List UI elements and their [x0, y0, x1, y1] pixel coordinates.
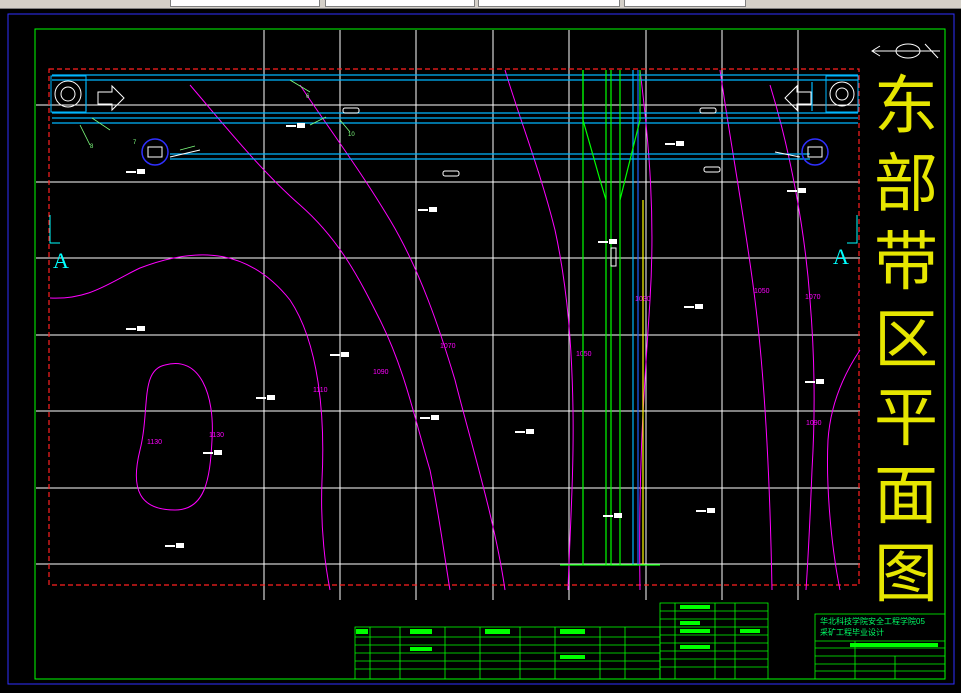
- drawing-title-char-6: 面: [874, 461, 938, 532]
- toolbar-layer-dropdown[interactable]: [170, 0, 320, 7]
- air-shaft-right-icon[interactable]: [801, 138, 829, 166]
- legend-table: [354, 602, 769, 680]
- contour-label-1070b: 1070: [805, 294, 821, 301]
- svg-text:7: 7: [133, 140, 137, 146]
- drawing-canvas[interactable]: A A 1130 1130 1110 1090 1070 1050 1030 1…: [0, 8, 961, 693]
- north-arrow-icon: [871, 43, 940, 59]
- drawing-title-char-7: 图: [874, 539, 938, 610]
- shaft-right-icon[interactable]: [825, 75, 859, 113]
- toolbar-color-dropdown[interactable]: [325, 0, 475, 7]
- title-block-subtitle: 采矿工程毕业设计: [820, 628, 884, 637]
- contour-lines: [49, 69, 861, 591]
- contour-label-1130a: 1130: [147, 439, 162, 446]
- toolbar-linetype-dropdown[interactable]: [478, 0, 620, 7]
- toolbar-lineweight-dropdown[interactable]: [624, 0, 746, 7]
- cart-symbols: [342, 107, 721, 267]
- contour-label-1130b: 1130: [209, 432, 224, 439]
- contour-label-1050b: 1050: [754, 288, 770, 295]
- flow-arrow-icon: [97, 84, 812, 158]
- drawing-title-char-5: 平: [874, 383, 938, 454]
- drawing-title-char-2: 部: [874, 149, 938, 220]
- section-mark-left: A: [53, 248, 69, 273]
- title-block-school: 华北科技学院安全工程学院05: [820, 617, 925, 626]
- panel-boundary: [48, 68, 860, 586]
- contour-label-1110: 1110: [313, 387, 328, 394]
- air-shaft-left-icon[interactable]: [141, 138, 169, 166]
- vertical-roadways: [560, 70, 660, 566]
- section-mark-right: A: [833, 244, 849, 269]
- svg-text:10: 10: [348, 132, 355, 138]
- section-line: [49, 215, 858, 244]
- shaft-left-icon[interactable]: [50, 75, 87, 113]
- main-roadways: [52, 74, 858, 160]
- contour-label-1050: 1050: [576, 351, 592, 358]
- svg-text:8: 8: [90, 144, 94, 150]
- coordinate-grid: [36, 30, 860, 600]
- cad-drawing: A A 1130 1130 1110 1090 1070 1050 1030 1…: [7, 13, 955, 685]
- contour-label-1090: 1090: [373, 369, 389, 376]
- drawing-title-char-1: 东: [874, 71, 938, 142]
- drawing-title-char-4: 区: [874, 305, 938, 376]
- sheet-border: [7, 13, 955, 685]
- drawing-frame: [34, 28, 946, 680]
- contour-label-1090b: 1090: [806, 420, 822, 427]
- drawing-title-char-3: 带: [874, 227, 938, 298]
- contour-label-1070: 1070: [440, 343, 456, 350]
